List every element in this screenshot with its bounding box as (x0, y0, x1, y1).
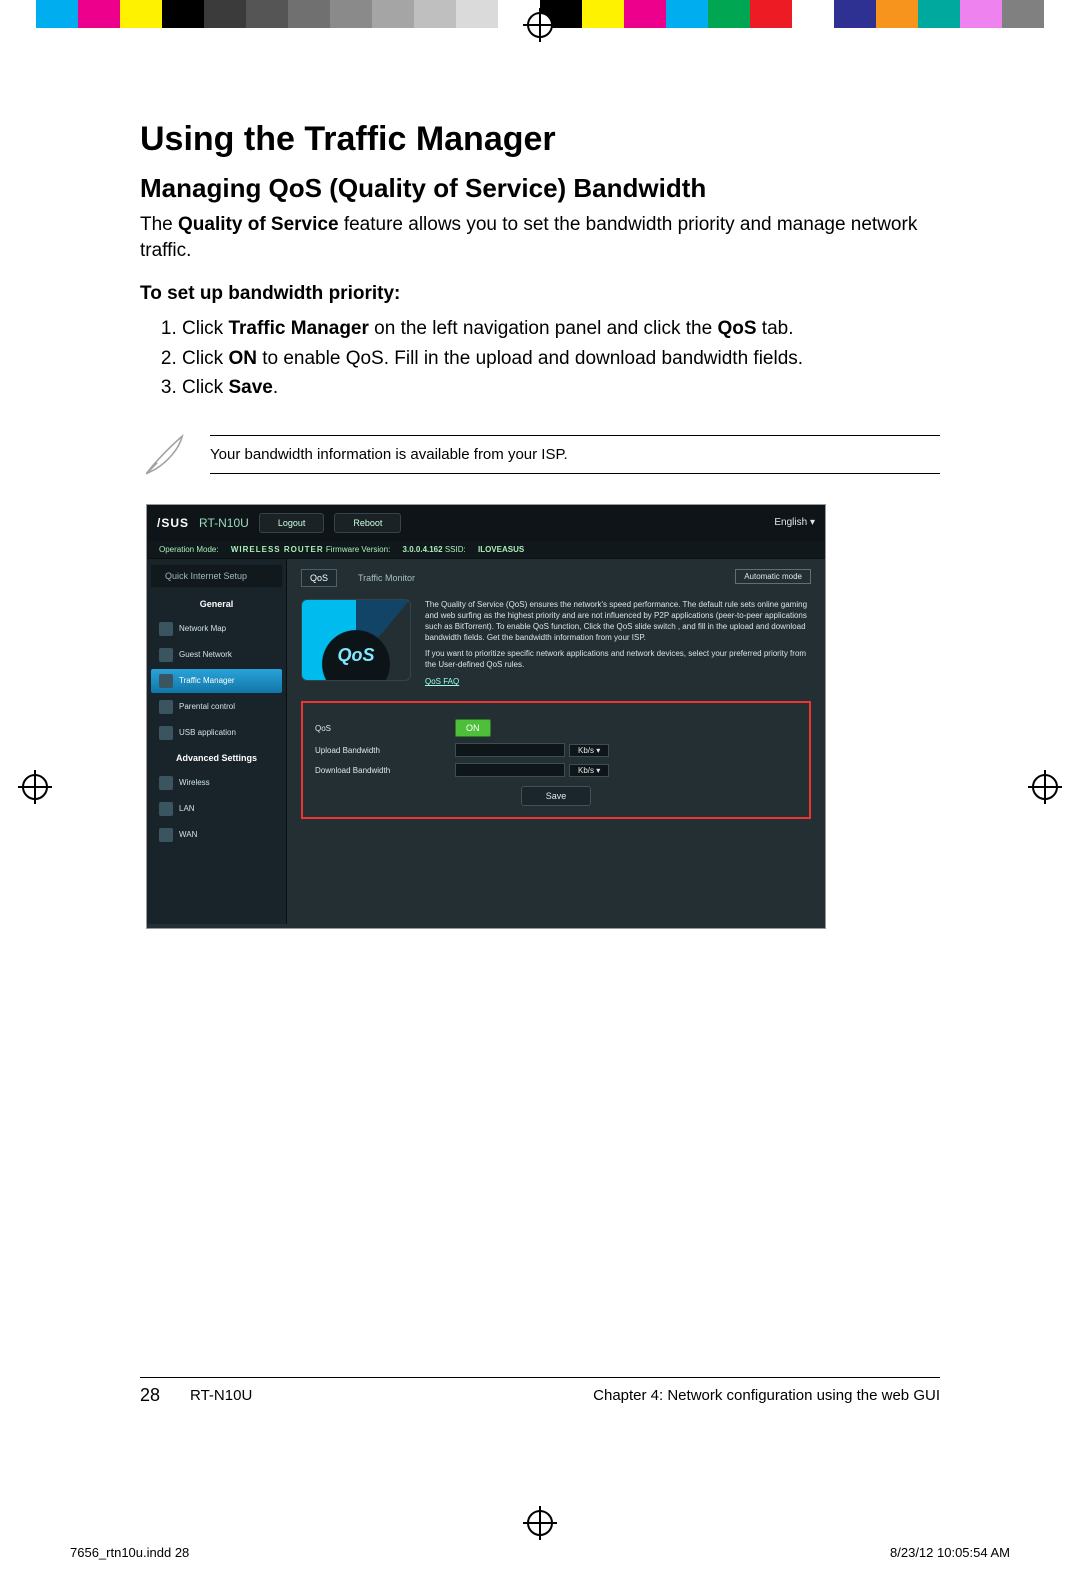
tab-qos[interactable]: QoS (301, 569, 337, 587)
planet-icon (159, 828, 173, 842)
qos-on-toggle[interactable]: ON (455, 719, 491, 737)
sidebar-item-lan[interactable]: LAN (151, 797, 282, 821)
note-callout: Your bandwidth information is available … (140, 430, 940, 480)
form-row-upload: Upload Bandwidth Kb/s ▾ (315, 743, 797, 757)
router-main-panel: QoS Traffic Monitor Automatic mode The Q… (287, 559, 825, 924)
home-icon (159, 802, 173, 816)
logout-button[interactable]: Logout (259, 513, 325, 533)
upload-bandwidth-input[interactable] (455, 743, 565, 757)
save-button[interactable]: Save (521, 786, 592, 806)
download-bandwidth-input[interactable] (455, 763, 565, 777)
reboot-button[interactable]: Reboot (334, 513, 401, 533)
footer-chapter: Chapter 4: Network configuration using t… (593, 1387, 940, 1404)
sidebar-group-advanced: Advanced Settings (147, 747, 286, 769)
registration-mark-icon (1032, 774, 1058, 800)
label-qos: QoS (315, 724, 455, 733)
quill-pen-icon (140, 430, 190, 480)
print-file: 7656_rtn10u.indd 28 (70, 1545, 189, 1560)
footer-model: RT-N10U (190, 1387, 252, 1404)
footer-rule (140, 1377, 940, 1378)
print-slug: 7656_rtn10u.indd 28 8/23/12 10:05:54 AM (70, 1545, 1010, 1560)
form-row-qos: QoS ON (315, 719, 797, 737)
procedure-heading: To set up bandwidth priority: (140, 283, 940, 305)
router-sidebar: Quick Internet Setup General Network Map… (147, 559, 287, 924)
router-topbar: /SUS RT-N10U Logout Reboot English ▾ (147, 505, 825, 541)
page-number: 28 (140, 1385, 160, 1406)
registration-mark-icon (22, 774, 48, 800)
registration-mark-icon (527, 12, 553, 38)
sidebar-item-wan[interactable]: WAN (151, 823, 282, 847)
usb-icon (159, 726, 173, 740)
note-text: Your bandwidth information is available … (210, 446, 940, 463)
label-upload-bandwidth: Upload Bandwidth (315, 746, 455, 755)
globe-icon (159, 622, 173, 636)
registration-mark-icon (527, 1510, 553, 1536)
step-3: Click Save. (182, 374, 940, 402)
procedure-list: Click Traffic Manager on the left naviga… (140, 315, 940, 402)
mode-dropdown[interactable]: Automatic mode (735, 569, 811, 584)
sidebar-item-guest-network[interactable]: Guest Network (151, 643, 282, 667)
sidebar-item-traffic-manager[interactable]: Traffic Manager (151, 669, 282, 693)
page-heading: Using the Traffic Manager (140, 120, 940, 159)
text-bold: Quality of Service (178, 214, 339, 235)
qos-faq-link[interactable]: QoS FAQ (425, 676, 459, 687)
router-info-bar: Operation Mode: WIRELESS ROUTER Firmware… (147, 541, 825, 559)
print-timestamp: 8/23/12 10:05:54 AM (890, 1545, 1010, 1560)
text: The (140, 214, 178, 235)
qos-description: The Quality of Service (QoS) ensures the… (425, 599, 811, 687)
lock-icon (159, 700, 173, 714)
sidebar-group-general: General (147, 593, 286, 615)
upload-unit-select[interactable]: Kb/s ▾ (569, 744, 609, 757)
brand-logo: /SUS (157, 516, 189, 530)
sidebar-item-network-map[interactable]: Network Map (151, 617, 282, 641)
qos-form-highlight: QoS ON Upload Bandwidth Kb/s ▾ Download … (301, 701, 811, 819)
gauge-icon (159, 674, 173, 688)
intro-paragraph: The Quality of Service feature allows yo… (140, 212, 940, 263)
label-download-bandwidth: Download Bandwidth (315, 766, 455, 775)
sidebar-item-qis[interactable]: Quick Internet Setup (151, 565, 282, 587)
page-content: Using the Traffic Manager Managing QoS (… (140, 120, 940, 1454)
wifi-icon (159, 776, 173, 790)
tab-traffic-monitor[interactable]: Traffic Monitor (349, 569, 424, 587)
language-dropdown[interactable]: English ▾ (774, 517, 815, 528)
sidebar-item-parental-control[interactable]: Parental control (151, 695, 282, 719)
users-icon (159, 648, 173, 662)
step-2: Click ON to enable QoS. Fill in the uplo… (182, 345, 940, 373)
qos-gauge-icon (301, 599, 411, 681)
sidebar-item-wireless[interactable]: Wireless (151, 771, 282, 795)
router-screenshot: /SUS RT-N10U Logout Reboot English ▾ Ope… (146, 504, 826, 929)
page-subheading: Managing QoS (Quality of Service) Bandwi… (140, 173, 940, 204)
page-footer: 28 RT-N10U Chapter 4: Network configurat… (140, 1385, 940, 1406)
router-model: RT-N10U (199, 516, 249, 530)
download-unit-select[interactable]: Kb/s ▾ (569, 764, 609, 777)
sidebar-item-usb-application[interactable]: USB application (151, 721, 282, 745)
form-row-download: Download Bandwidth Kb/s ▾ (315, 763, 797, 777)
step-1: Click Traffic Manager on the left naviga… (182, 315, 940, 343)
